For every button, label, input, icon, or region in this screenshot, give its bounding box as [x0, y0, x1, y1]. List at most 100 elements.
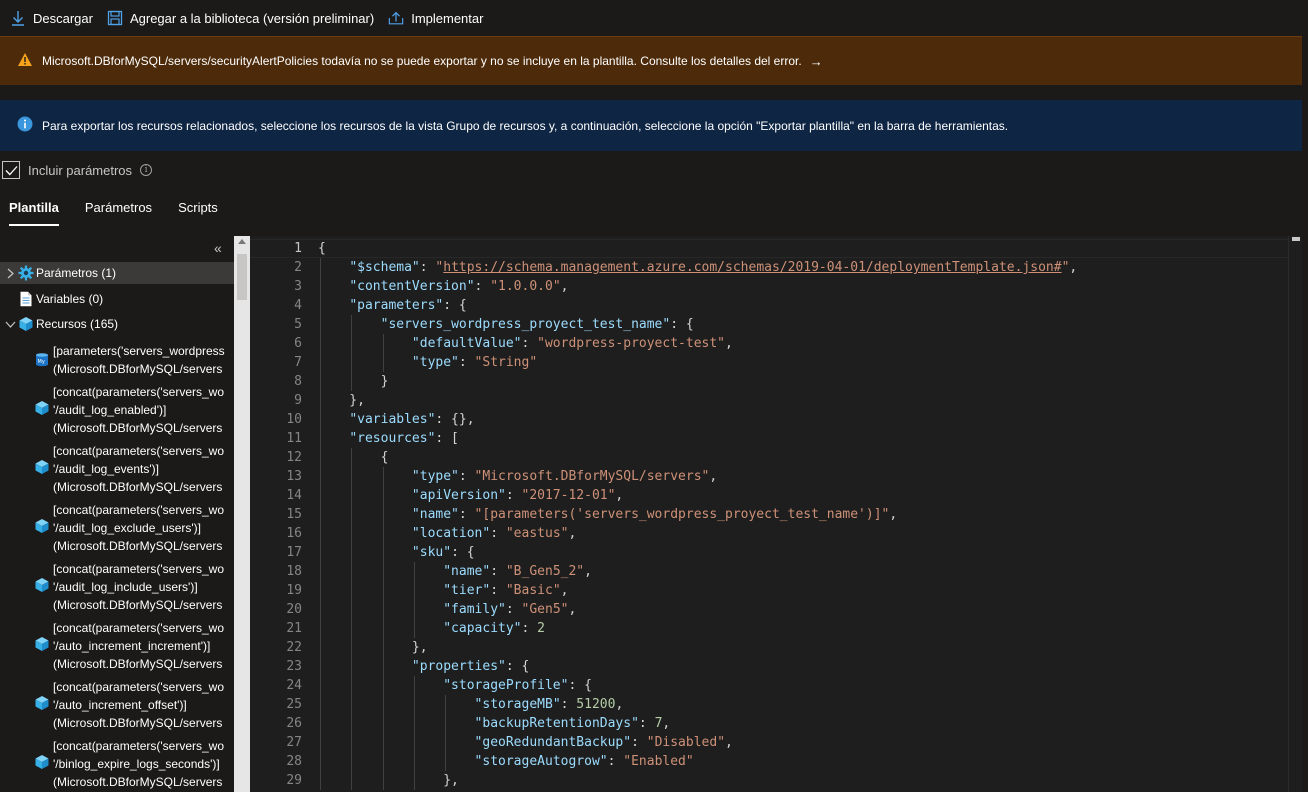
code-editor[interactable]: 1 2 3 4 5 6 7 8 9 10 11 12 13 14 15 16 17 18 19 20 21 22 23 24 2…	[250, 236, 1302, 792]
tree-node-variables[interactable]: Variables (0)	[0, 288, 103, 310]
code-line: "location": "eastus",	[411, 526, 577, 541]
tree-resource-item[interactable]: [concat(parameters('servers_wo '/audit_l…	[33, 501, 233, 555]
chevron-right-icon[interactable]	[4, 268, 16, 279]
line-number: 10	[286, 412, 302, 427]
tree-resource-item[interactable]: [concat(parameters('servers_wo '/binlog_…	[33, 737, 233, 791]
command-bar: Descargar Agregar a la biblioteca (versi…	[0, 0, 1308, 36]
save-icon	[107, 10, 123, 26]
line-number: 3	[294, 279, 302, 294]
info-banner: Para exportar los recursos relacionados,…	[0, 100, 1302, 151]
info-message: Para exportar los recursos relacionados,…	[42, 118, 1009, 133]
code-line: "type": "Microsoft.DBforMySQL/servers",	[411, 469, 718, 484]
code-line: "contentVersion": "1.0.0.0",	[349, 279, 569, 294]
cube-icon	[34, 754, 50, 770]
tab-bar: Plantilla Parámetros Scripts	[0, 196, 235, 226]
tab-template[interactable]: Plantilla	[0, 196, 68, 226]
upload-icon	[388, 10, 404, 26]
include-parameters-row: Incluir parámetros i	[2, 160, 153, 180]
gear-icon	[18, 265, 34, 281]
line-number: 5	[294, 317, 302, 332]
cube-icon	[18, 316, 34, 332]
code-line: "$schema": "https://schema.management.az…	[349, 260, 1078, 275]
cube-icon	[34, 518, 50, 534]
scroll-up-icon[interactable]	[238, 239, 246, 244]
include-parameters-label: Incluir parámetros	[28, 162, 133, 178]
tab-parameters[interactable]: Parámetros	[76, 196, 161, 226]
line-number: 12	[286, 450, 302, 465]
tree-node-parameters[interactable]: Parámetros (1)	[0, 262, 234, 284]
tree-node-resources[interactable]: Recursos (165)	[0, 313, 118, 335]
line-number: 15	[286, 507, 302, 522]
line-number: 17	[286, 545, 302, 560]
code-line: "geoRedundantBackup": "Disabled",	[474, 735, 733, 750]
warning-message: Microsoft.DBforMySQL/servers/securityAle…	[42, 54, 802, 68]
deploy-label: Implementar	[411, 10, 484, 26]
template-outline-tree: « Parámetros (1) Variables (0) Recursos …	[0, 236, 250, 792]
line-number: 21	[286, 621, 302, 636]
document-icon	[18, 291, 34, 307]
tab-scripts[interactable]: Scripts	[169, 196, 227, 226]
line-number: 28	[286, 754, 302, 769]
warning-icon	[17, 52, 33, 70]
deploy-button[interactable]: Implementar	[388, 10, 483, 26]
tree-scrollbar[interactable]	[234, 236, 250, 792]
line-number: 14	[286, 488, 302, 503]
code-line: "sku": {	[411, 545, 475, 560]
info-icon	[17, 116, 33, 135]
code-line: {	[318, 450, 389, 465]
line-number: 19	[286, 583, 302, 598]
code-line: "name": "B_Gen5_2",	[443, 564, 592, 579]
tree-node-label: Parámetros (1)	[36, 266, 117, 280]
tree-resource-item[interactable]: [concat(parameters('servers_wo '/audit_l…	[33, 560, 233, 614]
collapse-panel-icon[interactable]: «	[214, 240, 222, 256]
code-line: "variables": {},	[349, 412, 475, 427]
arrow-right-icon[interactable]: →	[810, 54, 823, 69]
tree-scroll-thumb[interactable]	[237, 254, 247, 300]
line-number: 27	[286, 735, 302, 750]
chevron-down-icon[interactable]	[4, 321, 16, 328]
code-line: "parameters": {	[349, 298, 467, 313]
line-number: 11	[286, 431, 302, 446]
line-number: 7	[294, 355, 302, 370]
page-scrollbar[interactable]	[1302, 0, 1308, 792]
code-content[interactable]: { "$schema": "https://schema.management.…	[318, 236, 1288, 792]
line-number: 18	[286, 564, 302, 579]
line-number: 22	[286, 640, 302, 655]
code-line: "storageProfile": {	[443, 678, 592, 693]
tree-resource-item[interactable]: [concat(parameters('servers_wo '/audit_l…	[33, 383, 233, 437]
include-parameters-checkbox[interactable]	[2, 161, 20, 179]
code-line: "apiVersion": "2017-12-01",	[411, 488, 624, 503]
svg-text:My: My	[38, 359, 45, 365]
info-circle-icon[interactable]: i	[140, 164, 153, 176]
warning-banner[interactable]: Microsoft.DBforMySQL/servers/securityAle…	[0, 36, 1302, 85]
code-line: "resources": [	[349, 431, 459, 446]
line-number: 20	[286, 602, 302, 617]
tree-node-label: Variables (0)	[36, 292, 104, 306]
code-line: "name": "[parameters('servers_wordpress_…	[411, 507, 898, 522]
code-line: },	[318, 640, 428, 655]
line-number-gutter: 1 2 3 4 5 6 7 8 9 10 11 12 13 14 15 16 17 18 19 20 21 22 23 24 2…	[250, 236, 312, 792]
code-line: "servers_wordpress_proyect_test_name": {	[380, 317, 694, 332]
line-number: 24	[286, 678, 302, 693]
line-number: 16	[286, 526, 302, 541]
line-number: 8	[294, 374, 302, 389]
cube-icon	[34, 577, 50, 593]
code-line: }	[318, 374, 389, 389]
cube-icon	[34, 459, 50, 475]
download-label: Descargar	[33, 10, 93, 26]
code-line: "tier": "Basic",	[443, 583, 569, 598]
code-line: {	[318, 241, 326, 256]
editor-scrollbar[interactable]	[1288, 236, 1302, 792]
cube-icon	[34, 695, 50, 711]
tree-resource-item[interactable]: [concat(parameters('servers_wo '/audit_l…	[33, 442, 233, 496]
tree-resource-item[interactable]: My [parameters('servers_wordpress (Micro…	[33, 342, 233, 378]
code-line: "properties": {	[411, 659, 530, 674]
tree-resource-item[interactable]: [concat(parameters('servers_wo '/auto_in…	[33, 678, 233, 732]
line-number: 26	[286, 716, 302, 731]
download-button[interactable]: Descargar	[10, 10, 93, 26]
line-number: 25	[286, 697, 302, 712]
tree-resource-item[interactable]: [concat(parameters('servers_wo '/auto_in…	[33, 619, 233, 673]
add-to-library-button[interactable]: Agregar a la biblioteca (versión prelimi…	[107, 10, 374, 26]
cube-icon	[34, 636, 50, 652]
tree-node-label: Recursos (165)	[36, 317, 119, 331]
